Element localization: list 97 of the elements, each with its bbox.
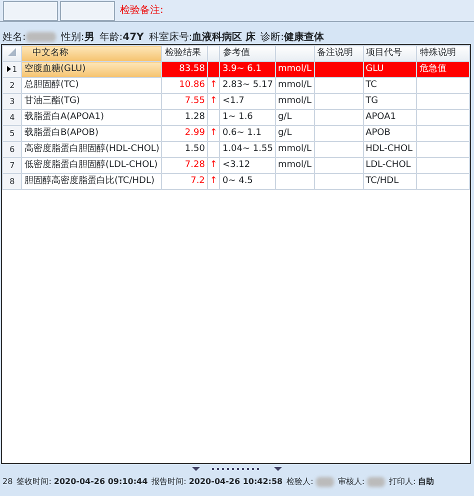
result-cell: 7.55 (162, 94, 208, 110)
result-cell: 1.28 (162, 110, 208, 126)
column-header[interactable]: 特殊说明 (416, 46, 470, 62)
table-cell[interactable]: 高密度脂蛋白胆固醇(HDL-CHOL) (22, 142, 162, 158)
table-cell[interactable]: 胆固醇高密度脂蛋白比(TC/HDL) (22, 174, 162, 190)
table-cell[interactable]: 载脂蛋白A(APOA1) (22, 110, 162, 126)
field-label: 姓名: (2, 30, 26, 44)
status-label: 打印人: (389, 476, 416, 488)
status-value: 自助 (418, 476, 434, 488)
flag-cell: ↑ (207, 78, 220, 94)
table-cell: mmol/L (275, 94, 314, 110)
table-cell: g/L (275, 126, 314, 142)
field-label: 年龄: (99, 30, 123, 44)
table-cell (416, 110, 470, 126)
column-header[interactable]: 项目代号 (363, 46, 417, 62)
field-value: 健康查体 (284, 30, 324, 44)
table-cell (314, 78, 364, 94)
status-value: 2020-04-26 10:42:58 (188, 476, 283, 488)
status-label: 检验人: (286, 476, 314, 488)
table-cell: APOA1 (363, 110, 417, 126)
status-label: 审核人: (338, 476, 365, 488)
table-cell: g/L (275, 110, 314, 126)
table-cell (314, 110, 364, 126)
flag-cell: ↑ (207, 158, 220, 174)
table-cell: GLU (363, 62, 417, 78)
table-cell: TC/HDL (363, 174, 417, 190)
field-label: 诊断: (260, 30, 284, 44)
table-cell: 1.04~ 1.55 (220, 142, 276, 158)
row-number: 1 (12, 64, 18, 74)
table-cell (314, 94, 364, 110)
table-cell (314, 158, 364, 174)
row-number: 2 (10, 80, 15, 90)
result-cell: 1.50 (162, 142, 208, 158)
table-cell (314, 62, 364, 78)
result-cell: 2.99 (162, 126, 208, 142)
table-cell (314, 126, 364, 142)
table-cell (416, 126, 470, 142)
row-number: 7 (10, 160, 15, 170)
column-header[interactable]: 备注说明 (314, 46, 364, 62)
field-value: 47Y (122, 30, 144, 44)
status-value: 2020-04-26 09:10:44 (54, 476, 148, 488)
row-number: 8 (10, 176, 15, 186)
table-cell: 0.6~ 1.1 (220, 126, 276, 142)
table-cell (416, 78, 470, 94)
table-cell[interactable]: 空腹血糖(GLU) (22, 62, 162, 78)
table-cell (314, 142, 364, 158)
status-label: 签收时间: (16, 476, 52, 488)
table-cell (416, 158, 470, 174)
flag-cell: ↑ (207, 94, 220, 110)
flag-cell: ↑ (207, 126, 220, 142)
row-number: 3 (10, 96, 15, 106)
table-cell: APOB (363, 126, 417, 142)
result-cell: 83.58 (162, 62, 208, 78)
field-value: 血液科病区 床 (192, 30, 256, 44)
table-cell: 0~ 4.5 (220, 174, 276, 190)
table-cell: TC (363, 78, 417, 94)
table-cell: 1~ 1.6 (220, 110, 276, 126)
column-header[interactable]: 中文名称 (22, 46, 162, 62)
table-cell (314, 174, 364, 190)
splitter-handle-icon[interactable] (192, 466, 282, 472)
toolbar-button[interactable] (60, 0, 115, 20)
field-label: 性别: (60, 30, 84, 44)
table-cell[interactable]: 总胆固醇(TC) (22, 78, 162, 94)
table-cell: mmol/L (275, 158, 314, 174)
field-value: 男 (84, 30, 94, 44)
status-label: 报告时间: (152, 476, 186, 488)
table-cell: 危急值 (416, 62, 470, 78)
column-header[interactable]: 检验结果 (162, 46, 208, 62)
table-cell: <1.7 (220, 94, 276, 110)
status-label: 28 (2, 476, 13, 488)
toolbar-button[interactable] (2, 0, 58, 20)
table-cell: 3.9~ 6.1 (220, 62, 276, 78)
table-cell[interactable]: 低密度脂蛋白胆固醇(LDL-CHOL) (22, 158, 162, 174)
row-number: 6 (10, 144, 15, 154)
table-cell[interactable]: 载脂蛋白B(APOB) (22, 126, 162, 142)
table-cell: <3.12 (220, 158, 276, 174)
result-cell: 7.28 (162, 158, 208, 174)
column-header[interactable]: 参考值 (220, 46, 276, 62)
table-cell: mmol/L (275, 62, 314, 78)
field-label: 科室床号: (148, 30, 192, 44)
note-label: 检验备注: (120, 4, 164, 18)
flag-cell: ↑ (207, 174, 220, 190)
table-cell (275, 174, 314, 190)
row-number: 4 (10, 112, 15, 122)
table-cell: HDL-CHOL (363, 142, 417, 158)
table-cell: LDL-CHOL (363, 158, 417, 174)
result-cell: 10.86 (162, 78, 208, 94)
result-cell: 7.2 (162, 174, 208, 190)
table-cell (416, 94, 470, 110)
table-cell: TG (363, 94, 417, 110)
table-cell (416, 174, 470, 190)
table-cell: mmol/L (275, 78, 314, 94)
table-cell: mmol/L (275, 142, 314, 158)
table-cell: 2.83~ 5.17 (220, 78, 276, 94)
table-cell (416, 142, 470, 158)
row-number: 5 (10, 128, 15, 138)
table-cell[interactable]: 甘油三酯(TG) (22, 94, 162, 110)
